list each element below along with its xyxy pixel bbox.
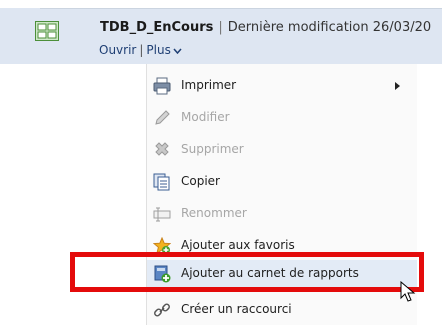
menu-item-label: Supprimer	[181, 142, 244, 156]
chevron-down-icon	[173, 48, 182, 54]
divider	[40, 8, 442, 9]
open-link[interactable]: Ouvrir	[99, 43, 136, 57]
rename-icon	[153, 207, 171, 222]
shortcut-icon	[154, 303, 170, 317]
menu-item-label: Copier	[181, 174, 220, 188]
menu-item-label: Modifier	[181, 110, 230, 124]
menu-item-print[interactable]: Imprimer	[147, 72, 417, 100]
highlight-callout-box	[70, 252, 424, 292]
more-link-label: Plus	[146, 43, 171, 57]
menu-item-copy[interactable]: Copier	[147, 168, 417, 196]
more-menu-trigger[interactable]: Plus	[146, 43, 182, 57]
menu-item-delete[interactable]: Supprimer	[147, 136, 417, 164]
menu-item-label: Ajouter aux favoris	[181, 238, 295, 252]
last-modified-text: Dernière modification 26/03/20	[227, 20, 432, 35]
menu-item-rename[interactable]: Renommer	[147, 200, 417, 228]
title-separator: |	[218, 20, 223, 35]
selected-item-row[interactable]	[0, 8, 442, 64]
dashboard-grid-icon	[35, 21, 59, 41]
links-separator: |	[139, 43, 144, 57]
item-name[interactable]: TDB_D_EnCours	[100, 20, 213, 35]
copy-icon	[153, 173, 170, 191]
mouse-cursor-icon	[400, 281, 416, 302]
menu-item-edit[interactable]: Modifier	[147, 104, 417, 132]
menu-item-label: Créer un raccourci	[181, 302, 292, 316]
submenu-arrow-icon	[395, 82, 400, 90]
menu-item-label: Imprimer	[181, 78, 237, 92]
printer-icon	[153, 77, 171, 95]
item-actions: Ouvrir | Plus	[99, 43, 182, 57]
item-title-line: TDB_D_EnCours | Dernière modification 26/0…	[100, 20, 431, 35]
menu-item-label: Renommer	[181, 206, 247, 220]
menu-item-create-shortcut[interactable]: Créer un raccourci	[147, 296, 417, 324]
delete-x-icon	[155, 142, 169, 156]
pencil-icon	[155, 110, 170, 125]
